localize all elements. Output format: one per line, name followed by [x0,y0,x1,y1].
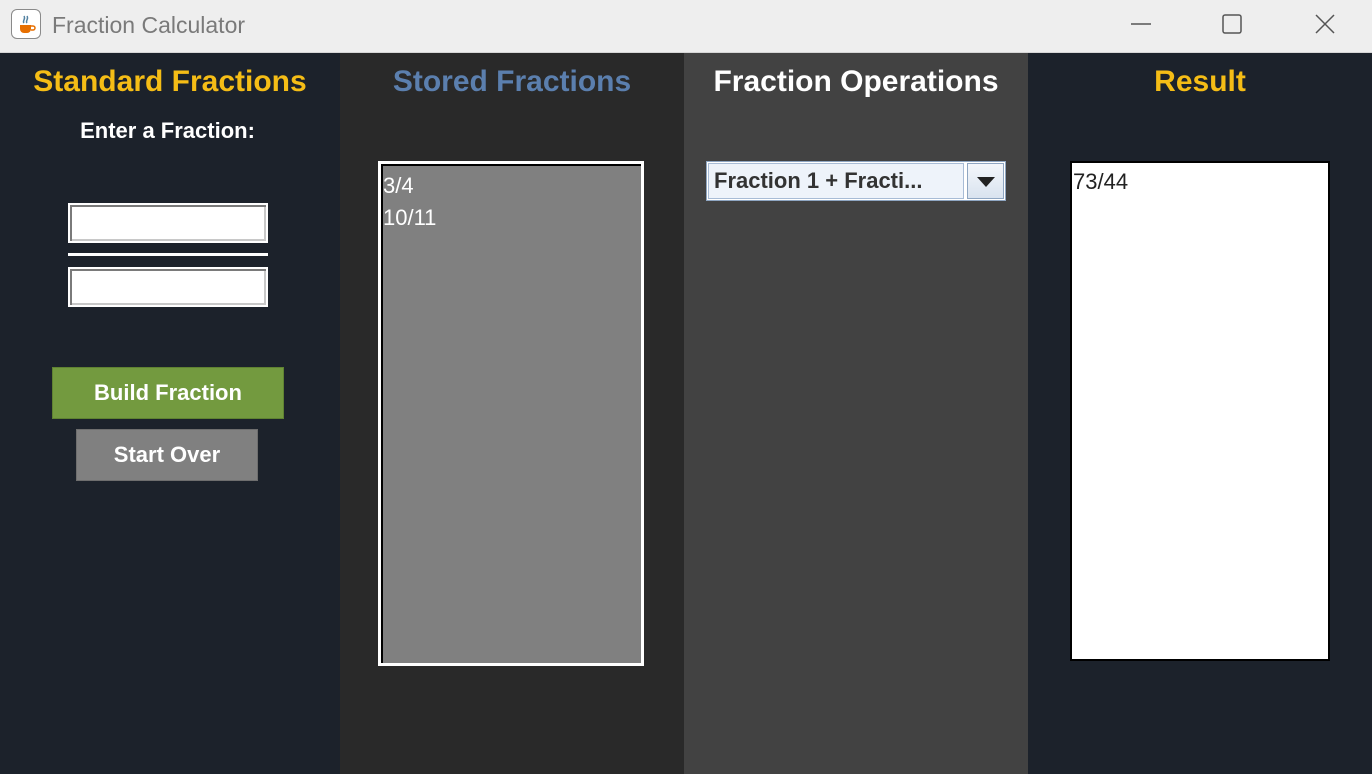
build-fraction-button[interactable]: Build Fraction [52,367,284,419]
close-icon [1315,14,1335,34]
stored-fractions-title: Stored Fractions [392,65,632,98]
title-bar[interactable]: Fraction Calculator [0,0,1372,53]
operation-select[interactable]: Fraction 1 + Fracti... [706,161,1006,201]
result-title: Result [1154,65,1246,98]
maximize-button[interactable] [1186,0,1276,50]
start-over-button[interactable]: Start Over [76,429,258,481]
java-cup-icon [11,9,41,39]
stored-fractions-panel: Stored Fractions 3/4 10/11 [340,53,684,774]
chevron-down-icon [977,177,995,187]
fraction-bar [68,253,268,256]
maximize-icon [1222,14,1242,34]
result-panel: Result 73/44 [1028,53,1372,774]
minimize-button[interactable] [1095,0,1185,50]
fraction-calculator-window: Fraction Calculator Standard Fractions E… [0,0,1372,774]
close-button[interactable] [1279,0,1369,50]
list-item[interactable]: 10/11 [383,202,641,234]
dropdown-arrow-button[interactable] [967,163,1004,199]
denominator-input[interactable] [68,267,268,307]
window-title: Fraction Calculator [52,12,246,38]
enter-fraction-label: Enter a Fraction: [80,118,255,143]
fraction-operations-panel: Fraction Operations Fraction 1 + Fracti.… [684,53,1028,774]
standard-fractions-title: Standard Fractions [33,65,307,98]
stored-fractions-list[interactable]: 3/4 10/11 [378,161,644,666]
fraction-operations-title: Fraction Operations [713,65,999,98]
result-display: 73/44 [1070,161,1330,661]
operation-select-value[interactable]: Fraction 1 + Fracti... [708,163,964,199]
standard-fractions-panel: Standard Fractions Enter a Fraction: Bui… [0,53,340,774]
list-item[interactable]: 3/4 [383,170,641,202]
numerator-input[interactable] [68,203,268,243]
minimize-icon [1131,23,1151,25]
